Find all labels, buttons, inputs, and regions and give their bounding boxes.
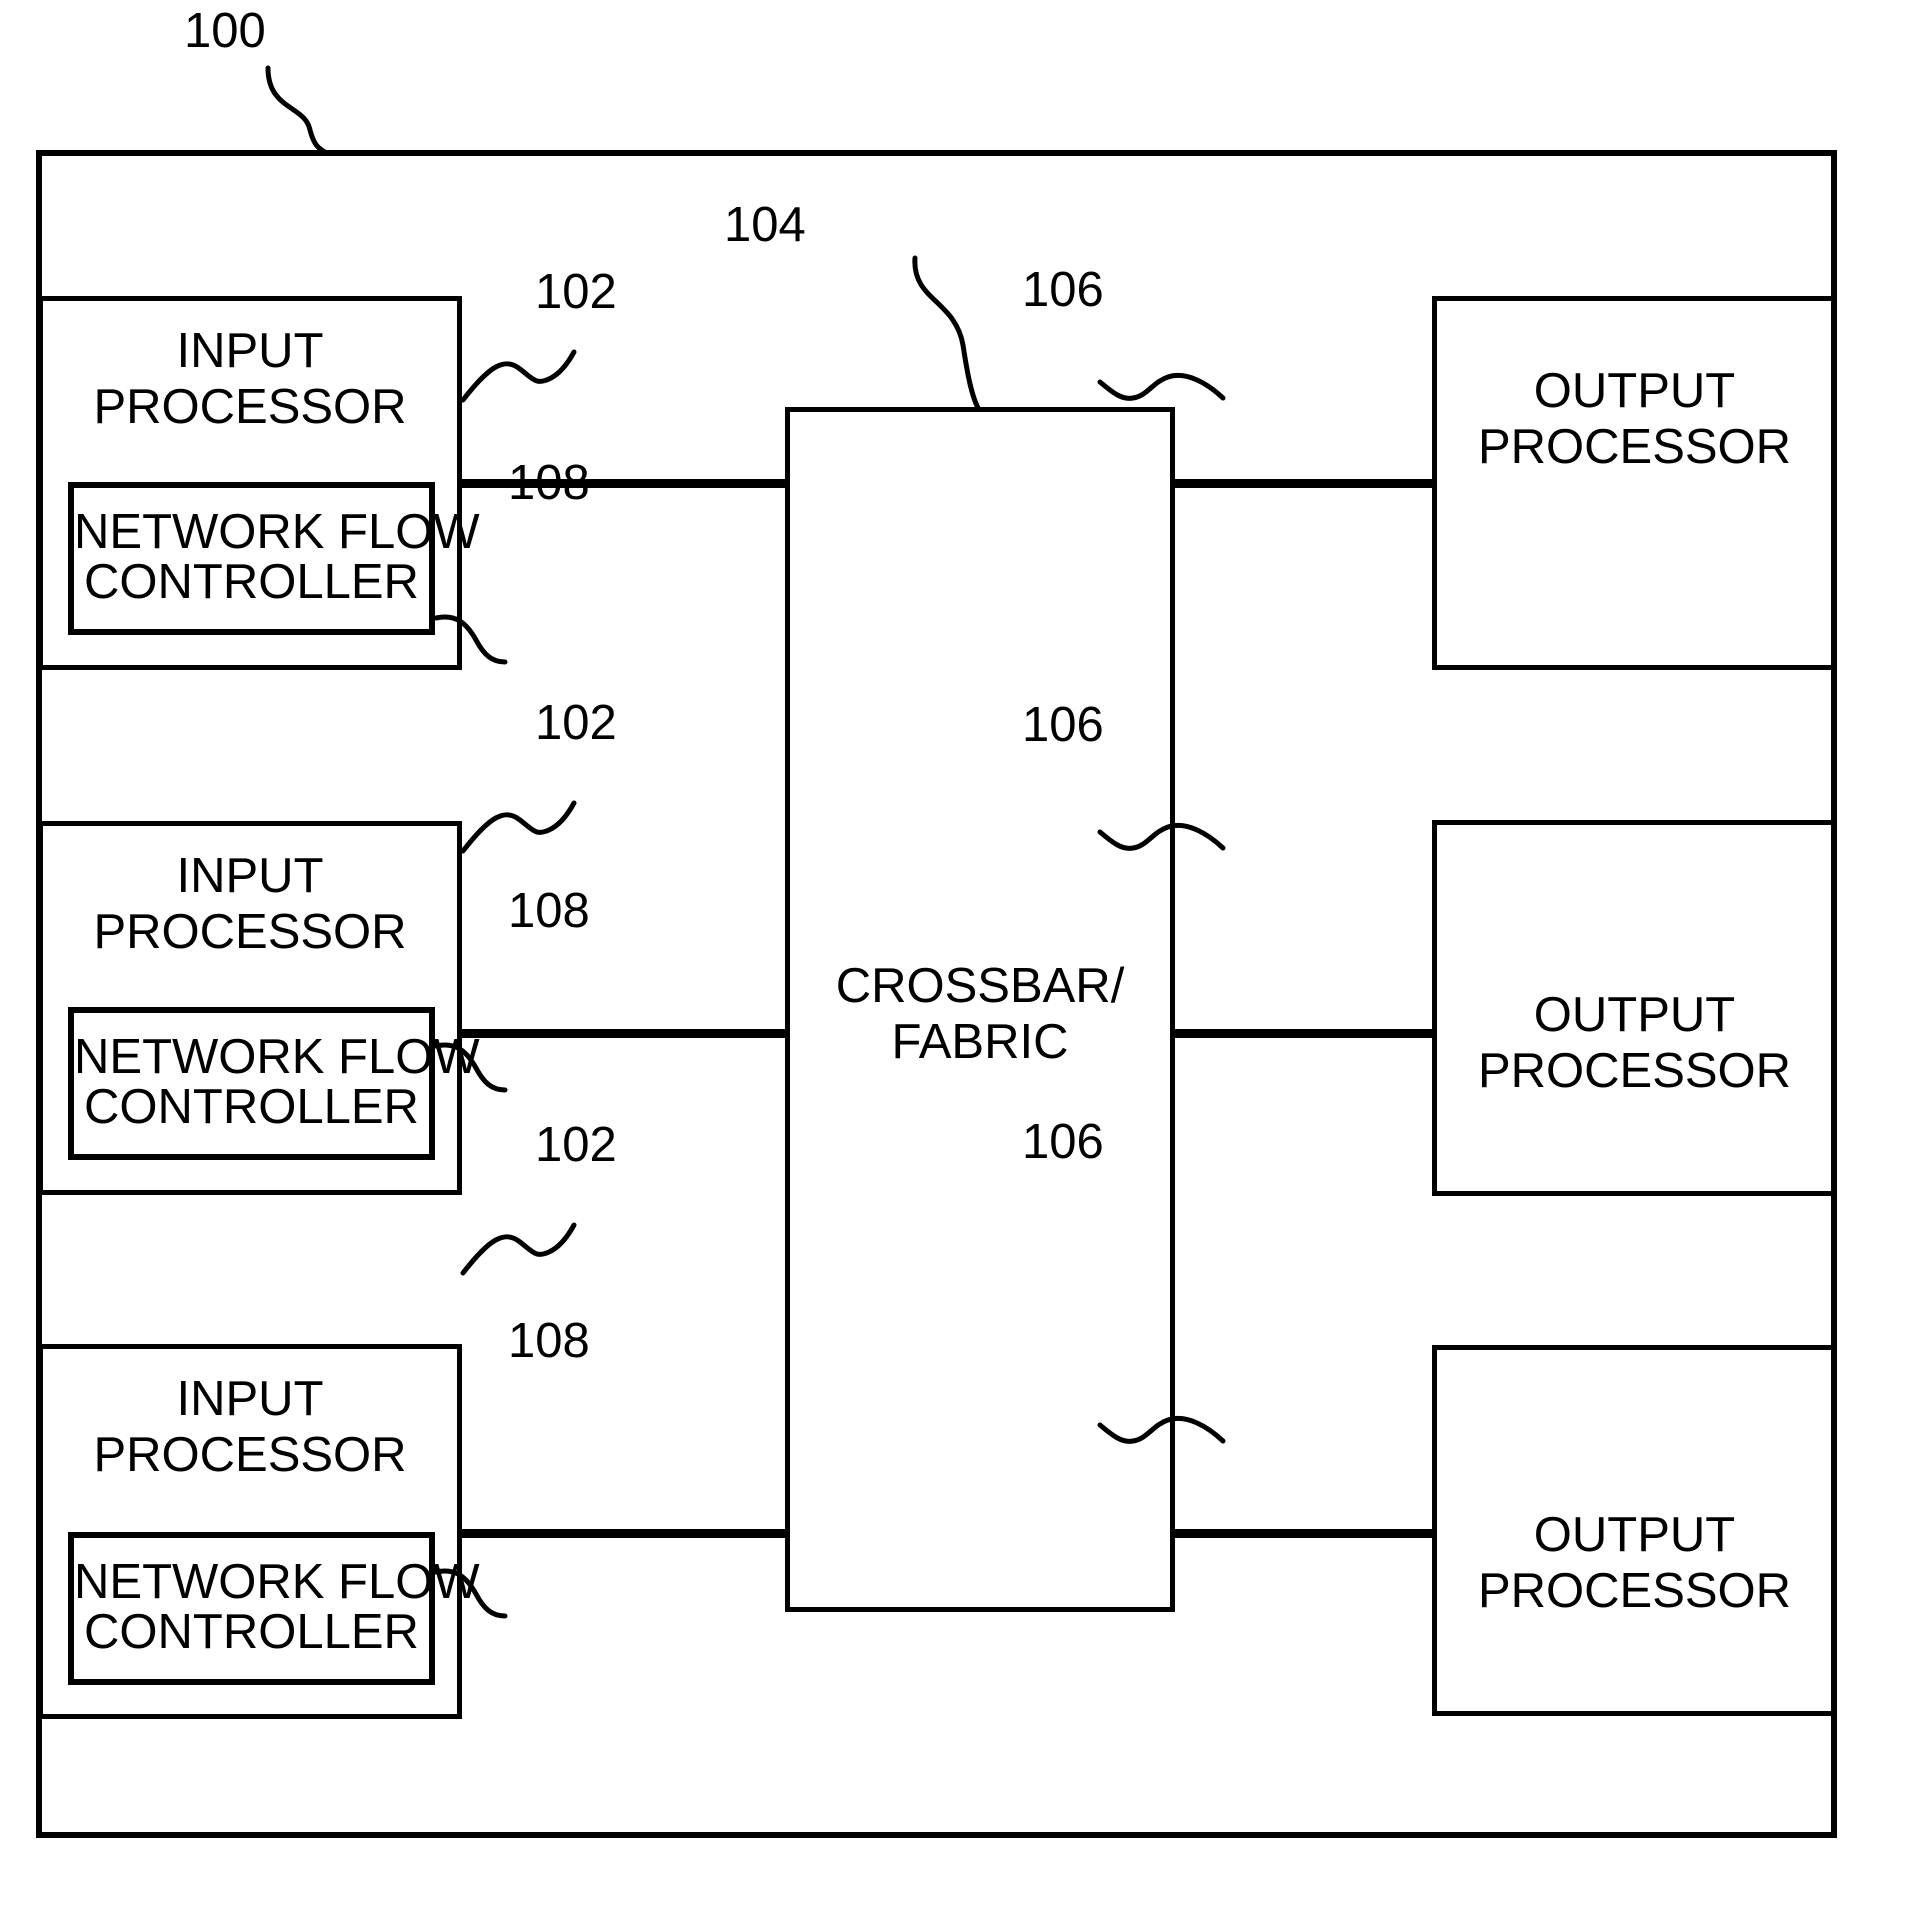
ref-numeral-104: 104 [724, 198, 806, 252]
leader-line-102-row2 [460, 800, 577, 854]
ref-numeral-106-row2: 106 [1022, 698, 1104, 752]
input-processor-1[interactable]: INPUT PROCESSOR NETWORK FLOW CONTROLLER [38, 296, 480, 670]
input-processor-2-label-line2: PROCESSOR [93, 905, 407, 959]
input-processor-2-label-line1: INPUT [176, 849, 324, 903]
network-flow-controller-1[interactable]: NETWORK FLOW CONTROLLER [68, 482, 480, 635]
leader-line-106-row1 [1097, 373, 1226, 401]
output-processor-3-label-line2: PROCESSOR [1477, 1564, 1792, 1618]
network-flow-controller-3-label-line2: CONTROLLER [84, 1605, 419, 1659]
ref-numeral-108-row3: 108 [508, 1314, 590, 1368]
leader-line-104 [912, 255, 981, 411]
network-flow-controller-1-label-line2: CONTROLLER [84, 555, 419, 609]
network-flow-controller-2-label-line2: CONTROLLER [84, 1080, 419, 1134]
connection-crossbar-to-output-row1 [1170, 479, 1436, 488]
leader-line-100 [265, 65, 328, 155]
connection-input-to-crossbar-row2 [458, 1029, 789, 1038]
patent-figure: CROSSBAR/ FABRIC INPUT PROCESSOR NETWORK… [0, 0, 1920, 1916]
network-flow-controller-3[interactable]: NETWORK FLOW CONTROLLER [68, 1532, 480, 1685]
leader-line-102-row3 [460, 1222, 577, 1276]
output-processor-1-label-line2: PROCESSOR [1477, 420, 1792, 474]
crossbar-fabric-box[interactable]: CROSSBAR/ FABRIC [785, 407, 1175, 1612]
network-flow-controller-1-label-line1: NETWORK FLOW [74, 505, 480, 559]
output-processor-1-label-line1: OUTPUT [1533, 364, 1736, 418]
ref-numeral-106-row3: 106 [1022, 1115, 1104, 1169]
input-processor-1-label-line1: INPUT [176, 324, 324, 378]
crossbar-label-line2: FABRIC [891, 1015, 1069, 1069]
leader-line-102-row1 [460, 349, 577, 403]
ref-numeral-102-row1: 102 [535, 265, 617, 319]
output-processor-2-label-line1: OUTPUT [1533, 988, 1736, 1042]
output-processor-1[interactable]: OUTPUT PROCESSOR [1432, 296, 1837, 670]
network-flow-controller-2-label-line1: NETWORK FLOW [74, 1030, 480, 1084]
input-processor-1-label-line2: PROCESSOR [93, 380, 407, 434]
network-flow-controller-2[interactable]: NETWORK FLOW CONTROLLER [68, 1007, 480, 1160]
output-processor-2-label-line2: PROCESSOR [1477, 1044, 1792, 1098]
output-processor-3-label-line1: OUTPUT [1533, 1508, 1736, 1562]
ref-numeral-102-row3: 102 [535, 1118, 617, 1172]
ref-numeral-106-row1: 106 [1022, 263, 1104, 317]
input-processor-2[interactable]: INPUT PROCESSOR NETWORK FLOW CONTROLLER [38, 821, 480, 1195]
output-processor-3[interactable]: OUTPUT PROCESSOR [1432, 1345, 1837, 1716]
input-processor-3[interactable]: INPUT PROCESSOR NETWORK FLOW CONTROLLER [38, 1344, 480, 1719]
input-processor-3-label-line2: PROCESSOR [93, 1428, 407, 1482]
ref-numeral-108-row1: 108 [508, 456, 590, 510]
ref-numeral-100: 100 [184, 4, 266, 58]
ref-numeral-102-row2: 102 [535, 696, 617, 750]
network-flow-controller-3-label-line1: NETWORK FLOW [74, 1555, 480, 1609]
connection-crossbar-to-output-row3 [1170, 1529, 1436, 1538]
connection-crossbar-to-output-row2 [1170, 1029, 1436, 1038]
output-processor-2[interactable]: OUTPUT PROCESSOR [1432, 820, 1837, 1196]
input-processor-3-label-line1: INPUT [176, 1372, 324, 1426]
ref-numeral-108-row2: 108 [508, 884, 590, 938]
connection-input-to-crossbar-row3 [458, 1529, 789, 1538]
crossbar-label-line1: CROSSBAR/ [835, 959, 1125, 1013]
